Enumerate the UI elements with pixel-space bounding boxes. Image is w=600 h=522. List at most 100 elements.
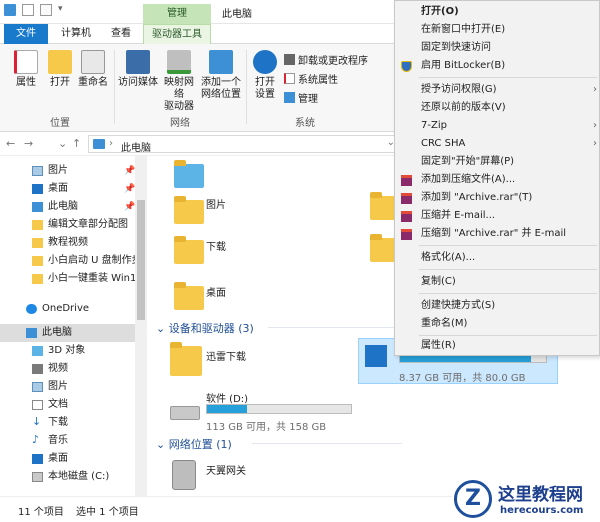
tab-drive-tools[interactable]: 驱动器工具 [143, 24, 211, 44]
menu-item-copy[interactable]: 复制(C) [395, 273, 600, 291]
sidebar-item-3d-objects[interactable]: 3D 对象 [0, 342, 140, 360]
sidebar-item-videos[interactable]: 视频 [0, 360, 140, 378]
menu-item-7zip[interactable]: 7-Zip › [395, 117, 600, 135]
system-properties-button[interactable]: 系统属性 [284, 71, 338, 86]
folder-label-pictures[interactable]: 图片 [206, 196, 226, 211]
folder-label-desktop[interactable]: 桌面 [206, 284, 226, 299]
winrar-icon [401, 193, 412, 204]
sidebar-item-folder[interactable]: 教程视频 [0, 234, 140, 252]
map-network-drive-button[interactable]: 映射网络 驱动器 [160, 50, 198, 113]
menu-item-format[interactable]: 格式化(A)... [395, 249, 600, 267]
hard-drive-icon[interactable] [170, 406, 200, 420]
menu-item-grant-access[interactable]: 授予访问权限(G) › [395, 81, 600, 99]
address-bar[interactable]: › 此电脑 ⌄ [88, 135, 400, 154]
menu-separator [419, 245, 597, 246]
sidebar-item-folder[interactable]: 小白一键重装 Win10 [0, 270, 140, 288]
computer-icon[interactable] [4, 4, 16, 16]
pin-icon[interactable]: 📌 [124, 180, 135, 198]
menu-item-pin-start[interactable]: 固定到"开始"屏幕(P) [395, 153, 600, 171]
sidebar-item-downloads[interactable]: ↓ 下载 [0, 414, 140, 432]
window-title: 此电脑 [222, 9, 252, 20]
add-network-location-button[interactable]: 添加一个 网络位置 [200, 50, 242, 101]
chevron-down-icon[interactable]: ▾ [58, 4, 66, 16]
pin-icon[interactable]: 📌 [124, 162, 135, 180]
sidebar-item-onedrive[interactable]: OneDrive [0, 300, 140, 318]
new-folder-icon[interactable] [40, 4, 52, 16]
menu-item-label: 格式化(A)... [421, 252, 476, 263]
menu-item-compress-rar-email[interactable]: 压缩到 "Archive.rar" 并 E-mail [395, 225, 600, 243]
sidebar-item-desktop[interactable]: 桌面 📌 [0, 180, 140, 198]
pin-icon[interactable]: 📌 [124, 198, 135, 216]
menu-item-create-shortcut[interactable]: 创建快捷方式(S) [395, 297, 600, 315]
tab-file[interactable]: 文件 [4, 24, 48, 44]
download-arrow-icon: ↓ [32, 415, 42, 428]
drive-label[interactable]: 迅雷下载 [206, 348, 246, 363]
menu-item-compress-email[interactable]: 压缩并 E-mail... [395, 207, 600, 225]
menu-item-properties[interactable]: 属性(R) [395, 337, 600, 355]
menu-item-bitlocker[interactable]: 启用 BitLocker(B) [395, 57, 600, 75]
back-arrow-icon[interactable]: ← [6, 137, 15, 150]
sidebar-item-pictures[interactable]: 图片 [0, 378, 140, 396]
manage-contextual-tab[interactable]: 管理 [143, 4, 211, 24]
menu-item-add-archive-rar[interactable]: 添加到 "Archive.rar"(T) [395, 189, 600, 207]
network-section-header[interactable]: ⌄ 网络位置 (1) [156, 436, 402, 452]
rename-label: 重命名 [78, 77, 108, 88]
menu-item-label: 打开(O) [421, 6, 459, 17]
open-button[interactable]: 打开 [46, 50, 74, 89]
menu-item-pin-quick-access[interactable]: 固定到快速访问 [395, 39, 600, 57]
sidebar-item-local-disk-c[interactable]: 本地磁盘 (C:) [0, 468, 140, 486]
menu-item-crc-sha[interactable]: CRC SHA › [395, 135, 600, 153]
breadcrumb[interactable]: 此电脑 [121, 139, 151, 154]
tab-computer[interactable]: 计算机 [54, 24, 98, 44]
sidebar-item-desktop[interactable]: 桌面 [0, 450, 140, 468]
manage-button[interactable]: 管理 [284, 90, 318, 105]
menu-item-rename[interactable]: 重命名(M) [395, 315, 600, 333]
recent-chevron-icon[interactable]: ⌄ [58, 137, 67, 150]
desktop-icon [32, 184, 43, 194]
network-drive-icon [167, 50, 191, 74]
rename-button[interactable]: 重命名 [76, 50, 110, 89]
network-device-icon[interactable] [172, 460, 196, 490]
sidebar-scrollbar-thumb[interactable] [137, 200, 145, 320]
sidebar-item-label: 此电脑 [48, 201, 78, 212]
access-media-button[interactable]: 访问媒体 [118, 50, 158, 89]
access-media-label: 访问媒体 [118, 77, 158, 88]
menu-item-label: 固定到"开始"屏幕(P) [421, 156, 515, 167]
checklist-icon [284, 73, 295, 84]
map-drive-label-2: 驱动器 [164, 101, 194, 112]
sidebar-item-pictures[interactable]: 图片 📌 [0, 162, 140, 180]
tab-view[interactable]: 查看 [104, 24, 138, 44]
menu-item-open[interactable]: 打开(O) [395, 3, 600, 21]
sidebar-item-label: 桌面 [48, 183, 68, 194]
devices-section-header[interactable]: ⌄ 设备和驱动器 (3) [156, 320, 398, 336]
sidebar-item-label: 视频 [48, 363, 68, 374]
chevron-right-icon: › [593, 84, 597, 95]
open-settings-button[interactable]: 打开 设置 [250, 50, 280, 101]
sidebar-item-label: 小白启动 U 盘制作步 [48, 255, 140, 266]
3d-objects-folder-icon[interactable] [174, 160, 204, 188]
uninstall-program-button[interactable]: 卸载或更改程序 [284, 52, 368, 67]
sidebar-item-this-pc[interactable]: 此电脑 [0, 324, 140, 342]
forward-arrow-icon[interactable]: → [24, 137, 33, 150]
pictures-icon [32, 382, 43, 392]
properties-icon[interactable] [22, 4, 34, 16]
sidebar-item-documents[interactable]: 文档 [0, 396, 140, 414]
section-divider [252, 443, 402, 444]
menu-item-add-archive[interactable]: 添加到压缩文件(A)... [395, 171, 600, 189]
desktop-folder-icon[interactable] [174, 282, 204, 310]
menu-item-restore-versions[interactable]: 还原以前的版本(V) [395, 99, 600, 117]
network-item-label[interactable]: 天翼网关 [206, 462, 246, 477]
sidebar-item-music[interactable]: ♪ 音乐 [0, 432, 140, 450]
sidebar-item-this-pc-pinned[interactable]: 此电脑 📌 [0, 198, 140, 216]
downloads-folder-icon[interactable] [174, 236, 204, 264]
pictures-folder-icon[interactable] [174, 196, 204, 224]
menu-item-open-new-window[interactable]: 在新窗口中打开(E) [395, 21, 600, 39]
folder-label-downloads[interactable]: 下载 [206, 238, 226, 253]
uninstall-icon [284, 54, 295, 65]
sidebar-item-folder[interactable]: 编辑文章部分配图 [0, 216, 140, 234]
thunder-download-drive-icon[interactable] [170, 342, 202, 376]
drive-label[interactable]: 软件 (D:) [206, 390, 248, 405]
sidebar-item-folder[interactable]: 小白启动 U 盘制作步 [0, 252, 140, 270]
properties-button[interactable]: 属性 [10, 50, 42, 89]
up-arrow-icon[interactable]: ↑ [72, 137, 81, 150]
